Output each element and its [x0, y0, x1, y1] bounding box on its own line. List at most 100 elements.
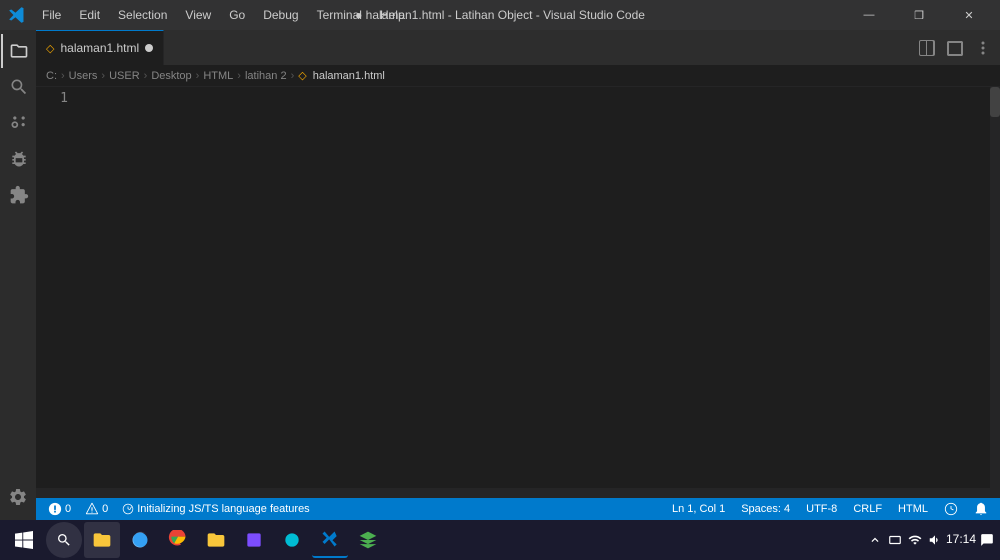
status-message[interactable]: Initializing JS/TS language features	[118, 498, 313, 520]
status-notification-icon[interactable]	[970, 498, 992, 520]
warning-icon	[85, 502, 99, 516]
sync-icon	[122, 503, 134, 515]
menu-edit[interactable]: Edit	[71, 6, 108, 24]
taskbar-edge[interactable]	[122, 522, 158, 558]
breadcrumb-user[interactable]: USER	[109, 70, 140, 82]
taskbar-folder[interactable]	[198, 522, 234, 558]
status-position[interactable]: Ln 1, Col 1	[668, 498, 729, 520]
error-count: 0	[65, 503, 71, 515]
search-icon	[9, 77, 29, 97]
menu-debug[interactable]: Debug	[255, 6, 306, 24]
tab-bar: ◇ halaman1.html	[36, 30, 1000, 65]
status-spaces[interactable]: Spaces: 4	[737, 498, 794, 520]
taskbar-file-explorer[interactable]	[84, 522, 120, 558]
file-tab[interactable]: ◇ halaman1.html	[36, 30, 164, 65]
tab-file-icon: ◇	[46, 42, 54, 55]
breadcrumb-sep-4: ›	[196, 70, 200, 82]
position-text: Ln 1, Col 1	[672, 503, 725, 515]
line-numbers: 1	[36, 87, 76, 488]
more-actions-icon[interactable]	[970, 35, 996, 61]
status-warnings[interactable]: 0	[81, 498, 112, 520]
title-bar-controls: — ❒ ✕	[846, 0, 992, 30]
activity-search[interactable]	[1, 70, 35, 104]
activity-settings[interactable]	[1, 480, 35, 516]
window-title: ● halaman1.html - Latihan Object - Visua…	[355, 8, 645, 22]
clock-time: 17:14	[946, 532, 976, 548]
file-explorer-icon	[92, 530, 112, 550]
chrome-icon	[168, 530, 188, 550]
status-encoding[interactable]: UTF-8	[802, 498, 841, 520]
status-right: Ln 1, Col 1 Spaces: 4 UTF-8 CRLF HTML	[668, 498, 992, 520]
breadcrumb-sep-6: ›	[291, 70, 295, 82]
taskbar-app4[interactable]	[350, 522, 386, 558]
line-number-1: 1	[36, 89, 68, 108]
status-language[interactable]: HTML	[894, 498, 932, 520]
menu-view[interactable]: View	[177, 6, 219, 24]
main-area: ◇ halaman1.html	[0, 30, 1000, 520]
taskbar-right: 17:14	[868, 532, 994, 548]
menu-file[interactable]: File	[34, 6, 69, 24]
taskbar-chrome[interactable]	[160, 522, 196, 558]
editor-layout-icon[interactable]	[942, 35, 968, 61]
title-bar: File Edit Selection View Go Debug Termin…	[0, 0, 1000, 30]
app1-icon	[244, 530, 264, 550]
taskbar-app3[interactable]	[312, 522, 348, 558]
breadcrumb-filename: halaman1.html	[313, 70, 385, 82]
app2-icon	[282, 530, 302, 550]
activity-extensions[interactable]	[1, 178, 35, 212]
language-text: HTML	[898, 503, 928, 515]
breadcrumb-users[interactable]: Users	[69, 70, 98, 82]
taskbar-app2[interactable]	[274, 522, 310, 558]
breadcrumb-desktop[interactable]: Desktop	[151, 70, 191, 82]
breadcrumb-file-icon: ◇	[298, 69, 306, 82]
status-feedback-icon[interactable]	[940, 498, 962, 520]
activity-debug[interactable]	[1, 142, 35, 176]
windows-icon	[15, 531, 33, 549]
files-icon	[9, 41, 29, 61]
error-icon	[48, 502, 62, 516]
activity-source-control[interactable]	[1, 106, 35, 140]
bell-icon	[974, 502, 988, 516]
breadcrumb-file[interactable]: ◇ halaman1.html	[298, 69, 385, 82]
notification-area-icon[interactable]	[980, 533, 994, 547]
breadcrumb-html[interactable]: HTML	[203, 70, 233, 82]
source-control-icon	[9, 113, 29, 133]
network-icon[interactable]	[908, 533, 922, 547]
status-errors[interactable]: 0	[44, 498, 75, 520]
warning-count: 0	[102, 503, 108, 515]
horizontal-scrollbar[interactable]	[36, 488, 1000, 498]
breadcrumb-sep-2: ›	[101, 70, 105, 82]
status-bar: 0 0 Initializing JS/TS language features	[36, 498, 1000, 520]
editor-area: ◇ halaman1.html	[36, 30, 1000, 520]
taskbar-app1[interactable]	[236, 522, 272, 558]
close-button[interactable]: ✕	[946, 0, 992, 30]
status-line-ending[interactable]: CRLF	[849, 498, 886, 520]
app4-icon	[358, 530, 378, 550]
taskbar-search-icon	[56, 532, 72, 548]
restore-button[interactable]: ❒	[896, 0, 942, 30]
taskbar: 17:14	[0, 520, 1000, 560]
editor-content[interactable]: 1	[36, 87, 1000, 488]
tab-modified-dot	[145, 44, 153, 52]
code-line-1	[80, 89, 990, 108]
tab-bar-actions	[914, 30, 1000, 65]
chevron-tray-icon[interactable]	[868, 533, 882, 547]
taskbar-search[interactable]	[46, 522, 82, 558]
taskbar-start[interactable]	[6, 522, 42, 558]
breadcrumb-latihan[interactable]: latihan 2	[245, 70, 287, 82]
breadcrumb-sep-5: ›	[237, 70, 241, 82]
menu-go[interactable]: Go	[221, 6, 253, 24]
vertical-scrollbar[interactable]	[990, 87, 1000, 488]
settings-gear-icon[interactable]	[1, 480, 35, 514]
menu-selection[interactable]: Selection	[110, 6, 175, 24]
code-editor[interactable]	[76, 87, 990, 488]
volume-icon[interactable]	[928, 533, 942, 547]
activity-explorer[interactable]	[1, 34, 35, 68]
breadcrumb-drive[interactable]: C:	[46, 70, 57, 82]
taskbar-clock[interactable]: 17:14	[946, 532, 976, 548]
keyboard-icon[interactable]	[888, 533, 902, 547]
scrollbar-thumb[interactable]	[990, 87, 1000, 117]
minimize-button[interactable]: —	[846, 0, 892, 30]
status-message-text: Initializing JS/TS language features	[137, 503, 309, 515]
split-editor-icon[interactable]	[914, 35, 940, 61]
